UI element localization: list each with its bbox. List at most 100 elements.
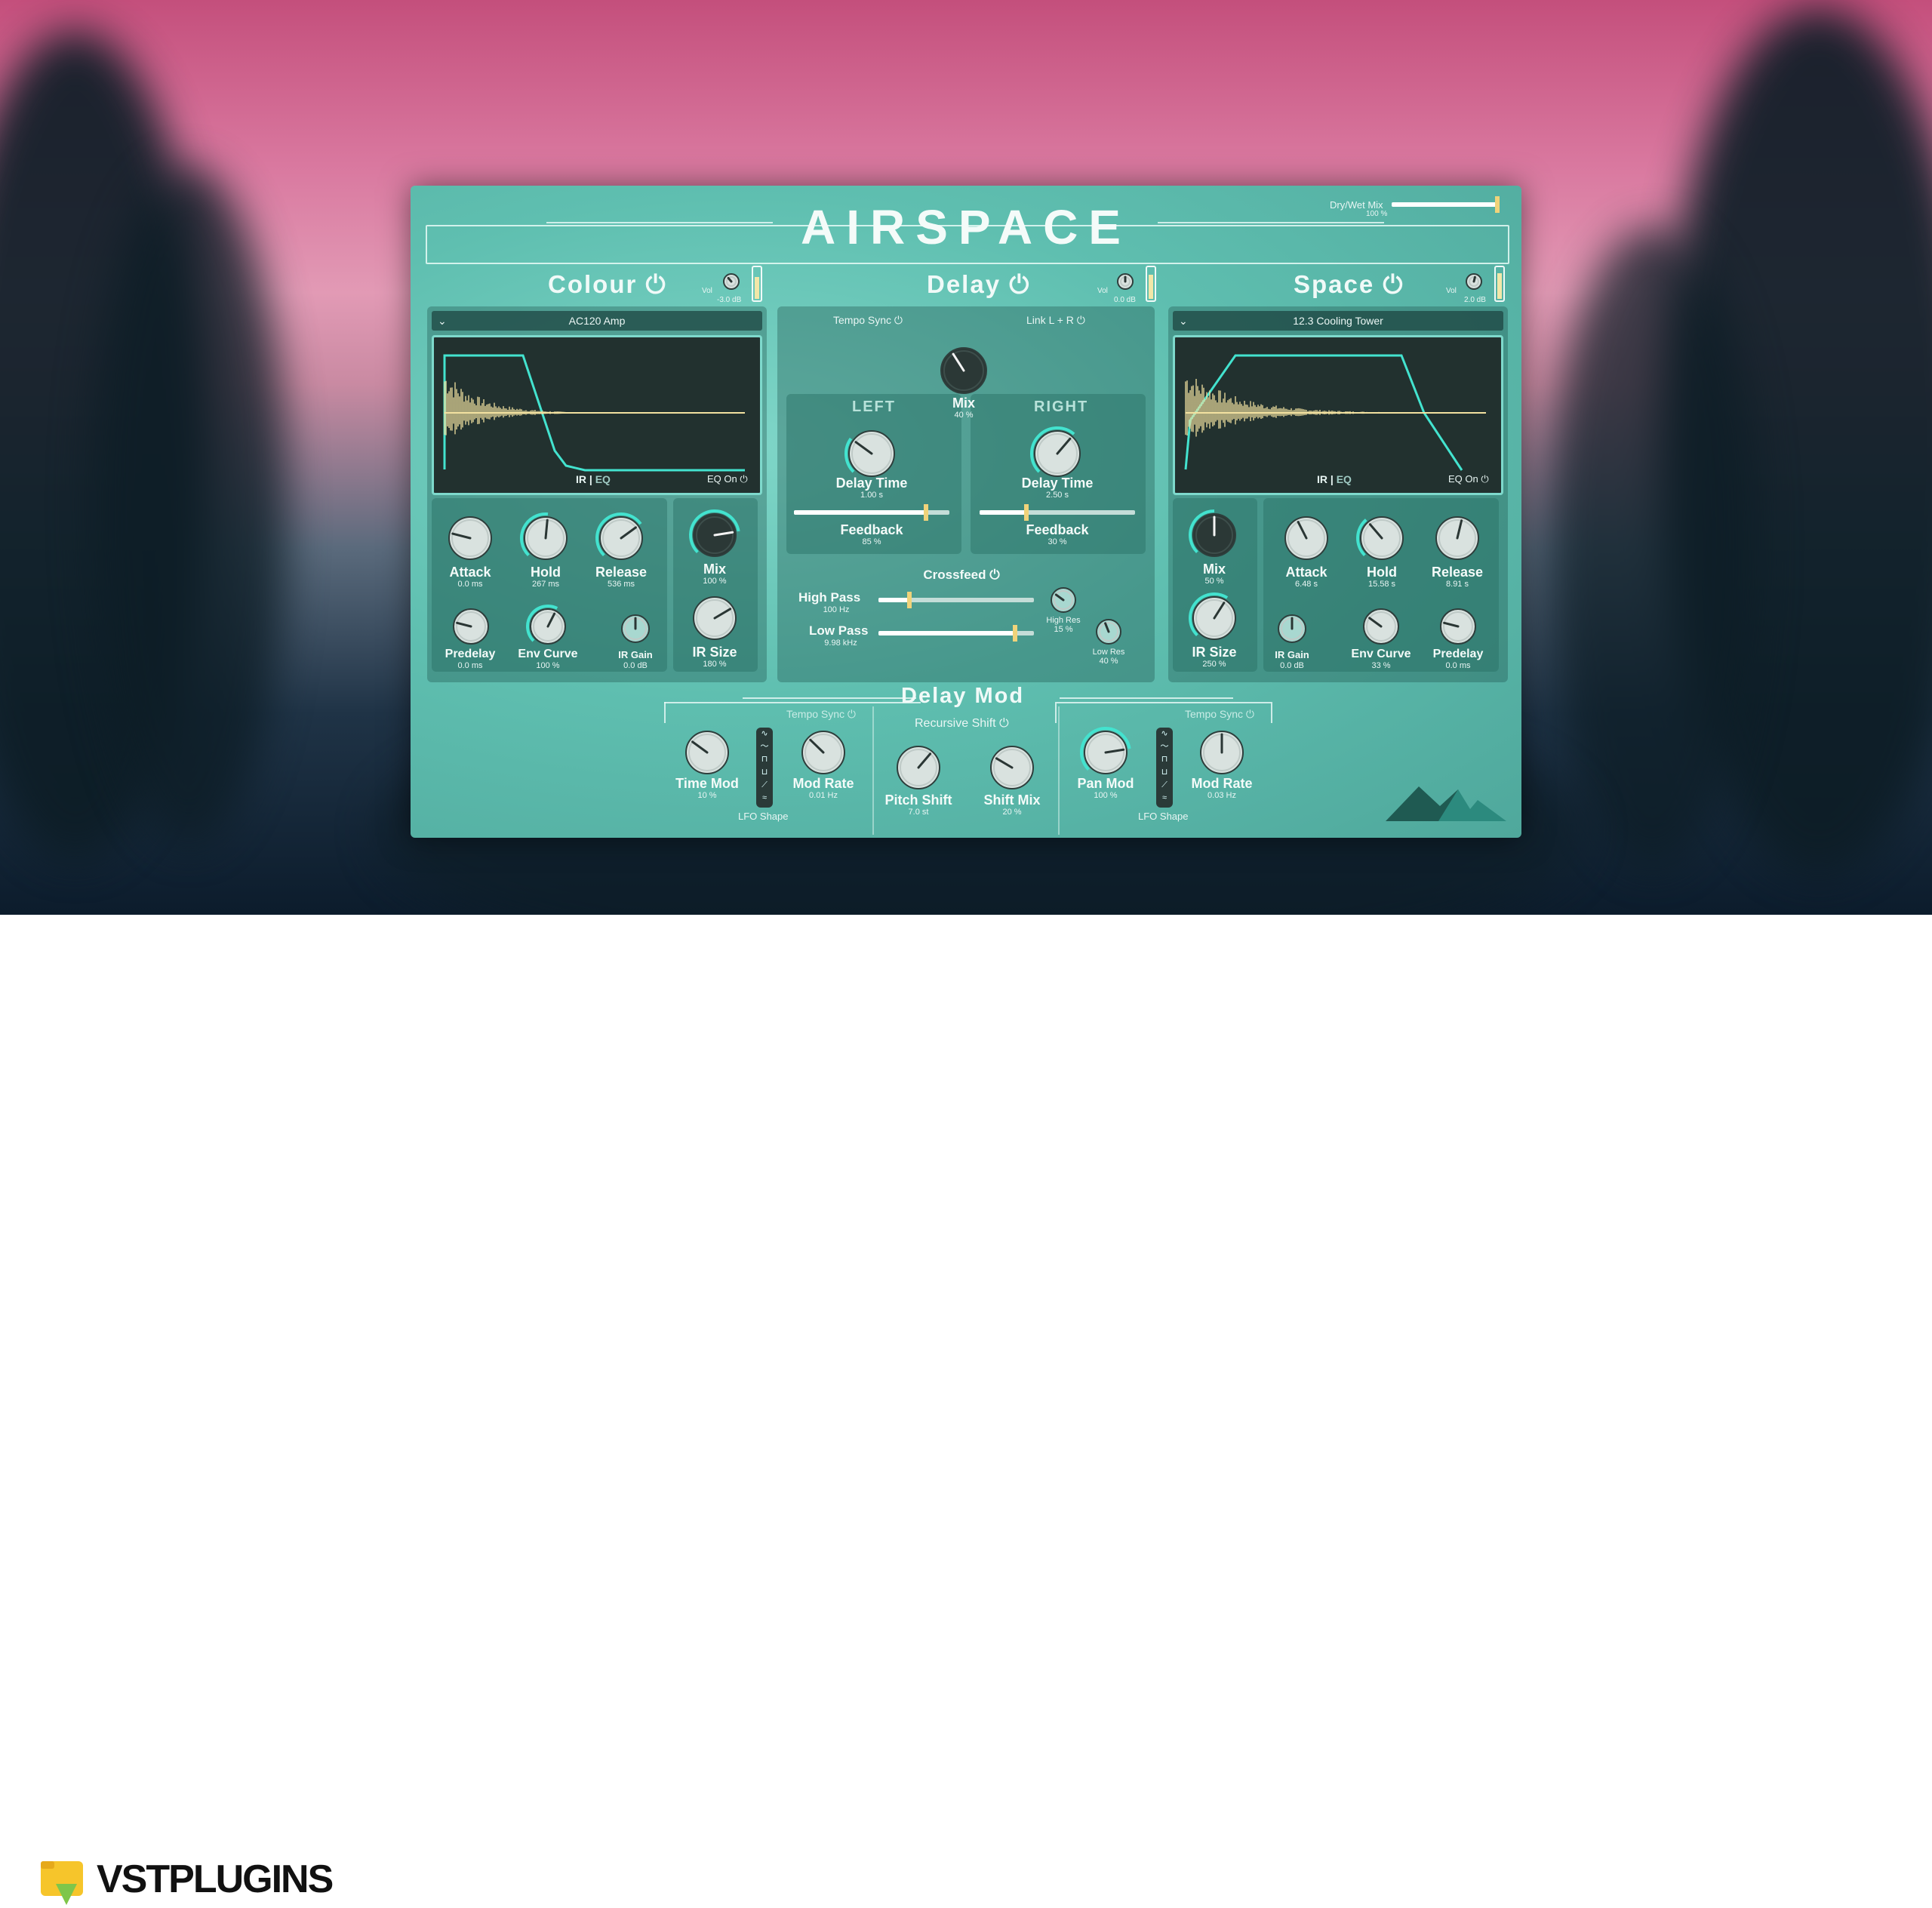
mod-rate-left-label: Mod Rate [792, 776, 854, 791]
colour-release-value: 536 ms [607, 580, 635, 589]
space-power-icon[interactable]: ⏻ [1383, 270, 1404, 298]
colour-hold-knob[interactable] [519, 512, 572, 565]
space-mix-value: 50 % [1204, 577, 1224, 586]
high-pass-slider[interactable] [878, 592, 1034, 608]
high-res-value: 15 % [1054, 625, 1073, 634]
low-pass-slider[interactable] [878, 625, 1034, 642]
colour-eq-on-toggle[interactable]: EQ On ⏻ [707, 473, 748, 485]
lfo-shape-left-label: LFO Shape [738, 811, 789, 822]
delay-vol-knob[interactable] [1112, 269, 1138, 294]
space-predelay-knob[interactable] [1435, 604, 1481, 649]
recursive-shift-toggle[interactable]: Recursive Shift ⏻ [915, 717, 1009, 731]
pitch-shift-knob[interactable] [892, 741, 945, 794]
space-mix-label: Mix [1202, 562, 1226, 577]
time-mod-knob[interactable] [681, 726, 734, 779]
mod-left-tempo-sync-toggle[interactable]: Tempo Sync ⏻ [786, 708, 856, 721]
mod-rate-left-knob[interactable] [797, 726, 850, 779]
space-hold-label: Hold [1367, 565, 1397, 580]
right-feedback-label: Feedback [1026, 522, 1089, 537]
space-preset-dropdown[interactable]: ⌄ 12.3 Cooling Tower [1173, 311, 1503, 331]
space-ir-size-knob[interactable] [1188, 592, 1241, 645]
dry-wet-label: Dry/Wet Mix [1330, 199, 1383, 211]
space-env-curve-value: 33 % [1371, 661, 1391, 670]
dry-wet-slider[interactable] [1392, 196, 1500, 213]
space-vol-knob[interactable] [1461, 269, 1487, 294]
space-vol-meter [1494, 266, 1505, 302]
colour-attack-knob[interactable] [444, 512, 497, 565]
colour-mix-value: 100 % [703, 577, 727, 586]
time-mod-value: 10 % [697, 791, 717, 800]
delay-mix-label: Mix [952, 395, 975, 411]
space-env-curve-knob[interactable] [1358, 604, 1404, 649]
right-feedback-slider[interactable] [980, 504, 1135, 521]
colour-mix-knob[interactable] [688, 509, 741, 562]
delay-vol-label: Vol [1097, 287, 1108, 295]
mod-rate-right-value: 0.03 Hz [1208, 791, 1236, 800]
high-pass-value: 100 Hz [823, 605, 850, 614]
crossfeed-toggle[interactable]: Crossfeed ⏻ [916, 568, 1007, 583]
colour-vol-meter [752, 266, 762, 302]
space-predelay-value: 0.0 ms [1445, 661, 1471, 670]
left-feedback-slider[interactable] [794, 504, 949, 521]
delay-link-toggle[interactable]: Link L + R ⏻ [1026, 314, 1085, 327]
left-delay-time-knob[interactable] [844, 426, 900, 482]
colour-power-icon[interactable]: ⏻ [646, 270, 667, 298]
colour-ir-gain-label: IR Gain [618, 649, 653, 660]
mod-right-tempo-sync-toggle[interactable]: Tempo Sync ⏻ [1185, 708, 1254, 721]
dry-wet-value: 100 % [1366, 210, 1388, 218]
space-attack-knob[interactable] [1280, 512, 1333, 565]
space-release-knob[interactable] [1431, 512, 1484, 565]
shift-mix-knob[interactable] [986, 741, 1038, 794]
lfo-wave-icons: ∿ 〜 ⊓ ⊔ ⟋ ≈ [760, 729, 769, 802]
low-res-label: Low Res [1092, 648, 1125, 657]
delay-right-label: RIGHT [1034, 399, 1089, 415]
colour-env-curve-value: 100 % [536, 661, 560, 670]
space-attack-label: Attack [1285, 565, 1327, 580]
space-eq-on-toggle[interactable]: EQ On ⏻ [1448, 473, 1489, 485]
colour-release-knob[interactable] [595, 512, 648, 565]
delay-mix-knob[interactable] [936, 343, 992, 399]
colour-predelay-label: Predelay [445, 648, 496, 660]
colour-attack-label: Attack [449, 565, 491, 580]
space-mix-knob[interactable] [1188, 509, 1241, 562]
delay-left-label: LEFT [852, 399, 896, 415]
space-ir-waveform [1184, 354, 1486, 471]
colour-preset-dropdown[interactable]: ⌄ AC120 Amp [432, 311, 762, 331]
lfo-shape-right-label: LFO Shape [1138, 811, 1189, 822]
colour-hold-value: 267 ms [531, 580, 560, 589]
space-ir-gain-knob[interactable] [1273, 610, 1311, 648]
colour-ir-waveform [443, 354, 745, 472]
chevron-down-icon: ⌄ [1179, 315, 1188, 327]
space-ir-display: IR | EQ EQ On ⏻ [1173, 335, 1503, 495]
space-vol-value: 2.0 dB [1464, 296, 1486, 304]
pan-mod-value: 100 % [1094, 791, 1118, 800]
high-res-knob[interactable] [1046, 583, 1081, 617]
delay-power-icon[interactable]: ⏻ [1009, 270, 1030, 298]
space-title: Space ⏻ [1294, 270, 1404, 298]
lfo-shape-right-selector[interactable]: ∿ 〜 ⊓ ⊔ ⟋ ≈ [1156, 728, 1173, 808]
colour-predelay-knob[interactable] [448, 604, 494, 649]
colour-release-label: Release [595, 565, 648, 580]
high-res-label: High Res [1046, 616, 1081, 625]
low-res-knob[interactable] [1091, 614, 1126, 649]
colour-ir-gain-knob[interactable] [617, 610, 654, 648]
colour-vol-knob[interactable] [718, 269, 744, 294]
mod-rate-right-knob[interactable] [1195, 726, 1248, 779]
space-vol-label: Vol [1446, 287, 1457, 295]
pan-mod-knob[interactable] [1079, 726, 1132, 779]
brand-text: VSTPLUGINS [97, 1857, 334, 1901]
delay-tempo-sync-toggle[interactable]: Tempo Sync ⏻ [833, 314, 903, 327]
right-delay-time-knob[interactable] [1029, 426, 1085, 482]
colour-ir-tab[interactable]: IR | EQ [576, 473, 611, 485]
pan-mod-label: Pan Mod [1077, 776, 1134, 791]
lfo-shape-left-selector[interactable]: ∿ 〜 ⊓ ⊔ ⟋ ≈ [756, 728, 773, 808]
colour-ir-size-knob[interactable] [688, 592, 741, 645]
space-ir-size-value: 250 % [1202, 660, 1226, 669]
colour-env-curve-knob[interactable] [525, 604, 571, 649]
colour-env-curve-label: Env Curve [518, 648, 578, 660]
mod-rate-right-label: Mod Rate [1191, 776, 1253, 791]
time-mod-label: Time Mod [675, 776, 739, 791]
space-ir-tab[interactable]: IR | EQ [1317, 473, 1352, 485]
colour-vol-value: -3.0 dB [717, 296, 742, 304]
space-hold-knob[interactable] [1355, 512, 1408, 565]
